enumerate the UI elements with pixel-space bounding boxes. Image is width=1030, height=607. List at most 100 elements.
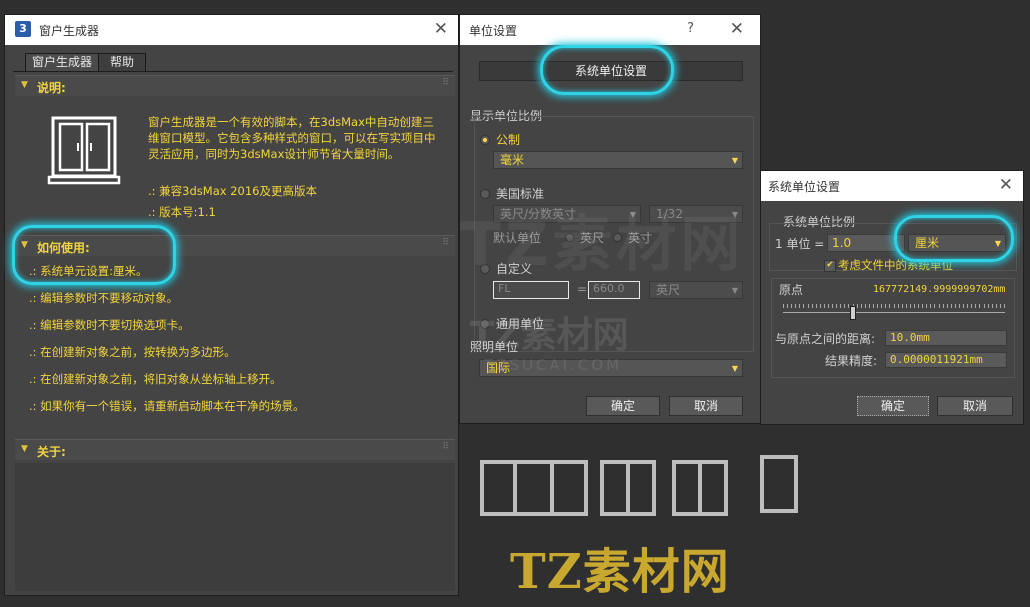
window-generator-titlebar: 3 窗户生成器 ✕ [5, 15, 458, 45]
slider-tick [910, 304, 911, 308]
slider-tick [844, 304, 845, 308]
slider-tick [934, 304, 935, 308]
slider-tick [881, 304, 882, 308]
unit-type-dropdown[interactable]: 厘米 ▼ [908, 234, 1006, 252]
metric-dropdown-value: 毫米 [500, 153, 525, 167]
watermark-brand-gold: TZ素材网 [510, 544, 730, 600]
slider-tick [840, 304, 841, 308]
slider-tick [992, 304, 993, 308]
slider-tick [906, 304, 907, 308]
units-setup-titlebar: 单位设置 ? ✕ [460, 15, 760, 45]
tab-window-generator[interactable]: 窗户生成器 [25, 53, 99, 71]
custom-unit-dropdown[interactable]: 英尺 ▼ [649, 281, 743, 299]
sample-window-mullion [513, 462, 517, 514]
metric-dropdown[interactable]: 毫米 ▼ [493, 151, 743, 169]
window-generator-title: 窗户生成器 [39, 24, 100, 38]
slider-tick [791, 304, 792, 308]
slider-tick [783, 304, 784, 308]
slider-tick [824, 304, 825, 308]
slider-tick [812, 304, 813, 308]
howto-header-label: 如何使用: [37, 241, 90, 255]
version-text: .: 版本号:1.1 [148, 205, 216, 219]
about-header-label: 说明: [37, 81, 66, 95]
cancel-button[interactable]: 取消 [669, 396, 743, 416]
drag-handle-icon: ⠿ [442, 238, 449, 248]
chevron-down-icon: ▼ [731, 364, 738, 373]
ok-button[interactable]: 确定 [586, 396, 660, 416]
rollout-howto-header[interactable]: ▼ 如何使用: ⠿ [15, 235, 455, 256]
help-icon[interactable]: ? [687, 21, 694, 36]
custom-name-field[interactable]: FL [493, 281, 569, 299]
window-generator-panel: 3 窗户生成器 ✕ 窗户生成器 帮助 ▼ 说明: ⠿ 窗户生成器是一个有效的脚本… [4, 14, 459, 596]
slider-tick [861, 304, 862, 308]
slider-tick [898, 304, 899, 308]
unit-value-field[interactable]: 1.0 [827, 234, 905, 252]
sample-window-shape [760, 455, 798, 513]
slider-tick [959, 304, 960, 308]
close-icon[interactable]: ✕ [730, 19, 744, 39]
units-setup-title: 单位设置 [469, 24, 518, 38]
tab-help[interactable]: 帮助 [98, 53, 146, 71]
slider-tick [971, 304, 972, 308]
about-description: 窗户生成器是一个有效的脚本，在3dsMax中自动创建三维窗口模型。它包含多种样式… [148, 115, 436, 161]
slider-tick [947, 304, 948, 308]
collapse-triangle-icon: ▼ [21, 80, 28, 90]
chevron-down-icon: ▼ [731, 286, 738, 295]
collapse-triangle-icon: ▼ [21, 240, 28, 250]
chevron-down-icon: ▼ [994, 239, 1001, 248]
slider-tick [803, 304, 804, 308]
custom-unit-value: 英尺 [656, 283, 681, 297]
howto-item: .: 如果你有一个错误，请重新启动脚本在干净的场景。 [29, 399, 305, 413]
drag-handle-icon: ⠿ [442, 442, 449, 452]
sample-window-mullion [698, 462, 702, 514]
slider-tick [877, 304, 878, 308]
respect-files-checkbox[interactable]: ✔ [824, 260, 836, 272]
slider-tick [787, 304, 788, 308]
slider-tick [1004, 304, 1005, 308]
slider-tick [967, 304, 968, 308]
metric-radio[interactable] [480, 135, 490, 145]
distance-value-field[interactable]: 10.0mm [885, 330, 1007, 346]
origin-label: 原点 [779, 283, 804, 297]
origin-slider[interactable] [783, 304, 1005, 320]
info-header-label: 关于: [37, 445, 66, 459]
custom-value-field[interactable]: 660.0 [588, 281, 640, 299]
collapse-triangle-icon: ▼ [21, 444, 28, 454]
slider-tick [926, 304, 927, 308]
cancel-button[interactable]: 取消 [937, 396, 1013, 416]
rollout-info-header[interactable]: ▼ 关于: ⠿ [15, 439, 455, 460]
slider-tick [816, 304, 817, 308]
slider-track [783, 312, 1005, 313]
ok-button[interactable]: 确定 [857, 396, 929, 416]
respect-files-label[interactable]: 考虑文件中的系统单位 [838, 257, 953, 273]
origin-value: 167772149.9999999702mm [873, 284, 1006, 295]
system-unit-setup-dialog: 系统单位设置 ✕ 系统单位比例 1 单位 = 1.0 厘米 ▼ ✔ 考虑文件中的… [760, 170, 1024, 425]
slider-tick [996, 304, 997, 308]
slider-tick [820, 304, 821, 308]
watermark-brand-mid: TZ素材网 [470, 315, 629, 356]
slider-tick [1000, 304, 1001, 308]
window-icon [47, 116, 121, 185]
slider-tick [902, 304, 903, 308]
slider-tick [918, 304, 919, 308]
metric-label[interactable]: 公制 [496, 131, 520, 148]
rollout-about-header[interactable]: ▼ 说明: ⠿ [15, 75, 455, 96]
system-units-title: 系统单位设置 [768, 180, 841, 194]
slider-tick [799, 304, 800, 308]
howto-item: .: 系统单元设置:厘米。 [29, 264, 148, 278]
system-units-setup-button[interactable]: 系统单位设置 [479, 61, 743, 81]
slider-tick [885, 304, 886, 308]
chevron-down-icon: ▼ [731, 156, 738, 165]
close-icon[interactable]: ✕ [999, 175, 1013, 195]
slider-tick [930, 304, 931, 308]
close-icon[interactable]: ✕ [434, 19, 448, 39]
slider-tick [975, 304, 976, 308]
slider-tick [848, 304, 849, 308]
precision-label: 结果精度: [825, 354, 878, 368]
howto-item: .: 编辑参数时不要切换选项卡。 [29, 318, 190, 332]
tab-divider [13, 71, 453, 72]
watermark-domain: TZSUCAI.COM [484, 356, 623, 374]
howto-item: .: 在创建新对象之前，按转换为多边形。 [29, 345, 236, 359]
slider-tick [943, 304, 944, 308]
slider-thumb[interactable] [850, 306, 856, 320]
